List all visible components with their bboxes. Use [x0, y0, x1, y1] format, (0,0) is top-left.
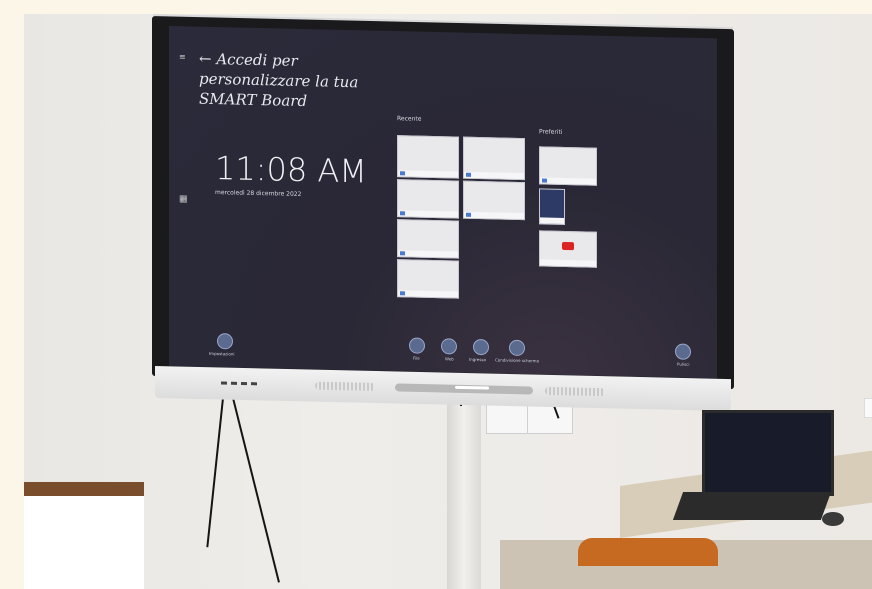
dock-label: Impostazioni [209, 350, 235, 357]
mouse [822, 512, 844, 526]
web-button[interactable] [441, 338, 457, 355]
signin-prompt[interactable]: ← Accedi per personalizzare la tua SMART… [199, 49, 399, 114]
speaker-grille [315, 381, 375, 391]
dock-label: Web [445, 356, 454, 362]
clock: 11:08 AM [215, 149, 367, 191]
hardware-button[interactable] [231, 381, 237, 385]
laptop-keyboard [672, 492, 832, 520]
hardware-button[interactable] [221, 381, 227, 385]
dock-label: Condivisione schermo [495, 357, 540, 364]
settings-button[interactable] [217, 333, 233, 350]
favorites-title: Preferiti [539, 128, 563, 136]
recent-file-thumbnail[interactable] [397, 219, 459, 259]
recent-file-thumbnail[interactable] [397, 259, 459, 299]
speaker-grille [545, 386, 605, 397]
date: mercoledì 28 dicembre 2022 [215, 189, 302, 199]
display-stand-pole [447, 396, 481, 589]
wall-switch [864, 398, 872, 418]
dock-label: Ingresso [469, 356, 486, 363]
favorite-browser-icon[interactable] [539, 188, 565, 225]
recent-file-thumbnail[interactable] [397, 179, 459, 219]
cardboard-box [24, 482, 144, 589]
recent-title: Recente [397, 115, 422, 123]
wall-socket [486, 404, 528, 434]
apps-grid-icon[interactable]: ▦ [179, 194, 188, 204]
favorite-video-icon[interactable] [539, 230, 597, 268]
favorite-thumbnail[interactable] [539, 146, 597, 186]
dock-label: File [413, 355, 420, 361]
smart-board-screen[interactable]: ≡ ▦ ← Accedi per personalizzare la tua S… [169, 26, 717, 379]
wall-socket-2 [527, 404, 573, 434]
hardware-button[interactable] [251, 382, 257, 386]
recent-file-thumbnail[interactable] [463, 136, 525, 181]
classroom-photo: ≡ ▦ ← Accedi per personalizzare la tua S… [0, 0, 872, 589]
menu-icon[interactable]: ≡ [179, 52, 186, 61]
recent-file-thumbnail[interactable] [397, 135, 459, 179]
clean-button[interactable] [675, 343, 691, 360]
chair [578, 538, 718, 566]
hardware-button[interactable] [241, 381, 247, 386]
input-button[interactable] [473, 338, 489, 356]
dock-label: Pulisci [677, 361, 690, 367]
laptop-screen [702, 410, 834, 496]
files-button[interactable] [409, 337, 425, 354]
screen-share-button[interactable] [509, 339, 525, 357]
recent-file-thumbnail[interactable] [463, 180, 525, 221]
